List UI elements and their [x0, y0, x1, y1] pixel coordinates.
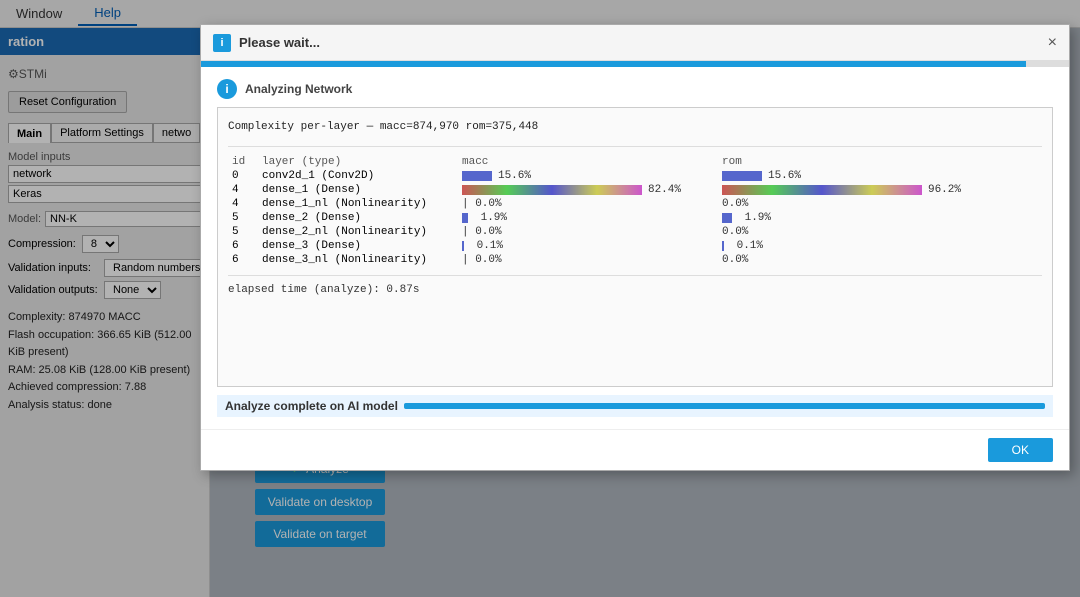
cell-layer-name: dense_2 (Dense) — [258, 211, 458, 225]
table-row: 6dense_3_nl (Nonlinearity)| 0.0%0.0% — [228, 253, 1042, 267]
cell-layer-name: dense_1 (Dense) — [258, 183, 458, 197]
col-id: id — [228, 155, 258, 169]
cell-rom: 0.1% — [718, 239, 1042, 253]
table-row: 5dense_2 (Dense)1.9%1.9% — [228, 211, 1042, 225]
complete-label: Analyze complete on AI model — [225, 399, 398, 413]
cell-id: 0 — [228, 169, 258, 183]
cell-macc: | 0.0% — [458, 197, 718, 211]
cell-macc: 0.1% — [458, 239, 718, 253]
ok-button[interactable]: OK — [988, 438, 1053, 462]
modal-app-icon: i — [213, 34, 231, 52]
result-table: id layer (type) macc rom 0conv2d_1 (Conv… — [228, 155, 1042, 267]
cell-macc: 82.4% — [458, 183, 718, 197]
cell-id: 5 — [228, 211, 258, 225]
complete-bar — [404, 403, 1045, 409]
modal-close-button[interactable]: × — [1048, 34, 1057, 52]
modal-dialog: i Please wait... × i Analyzing Network C… — [200, 24, 1070, 471]
cell-layer-name: dense_1_nl (Nonlinearity) — [258, 197, 458, 211]
cell-rom: 96.2% — [718, 183, 1042, 197]
cell-rom: 15.6% — [718, 169, 1042, 183]
info-icon: i — [217, 79, 237, 99]
cell-rom: 0.0% — [718, 197, 1042, 211]
table-row: 6dense_3 (Dense)0.1%0.1% — [228, 239, 1042, 253]
cell-macc: | 0.0% — [458, 253, 718, 267]
cell-rom: 1.9% — [718, 211, 1042, 225]
cell-macc: 1.9% — [458, 211, 718, 225]
col-layer: layer (type) — [258, 155, 458, 169]
cell-macc: | 0.0% — [458, 225, 718, 239]
col-rom: rom — [718, 155, 1042, 169]
cell-layer-name: conv2d_1 (Conv2D) — [258, 169, 458, 183]
analyzing-label: Analyzing Network — [245, 82, 352, 96]
cell-id: 4 — [228, 183, 258, 197]
complexity-line: Complexity per-layer — macc=874,970 rom=… — [228, 118, 1042, 138]
col-macc: macc — [458, 155, 718, 169]
modal-titlebar: i Please wait... × — [201, 25, 1069, 61]
table-row: 5dense_2_nl (Nonlinearity)| 0.0%0.0% — [228, 225, 1042, 239]
modal-footer: OK — [201, 429, 1069, 470]
cell-layer-name: dense_3 (Dense) — [258, 239, 458, 253]
cell-layer-name: dense_3_nl (Nonlinearity) — [258, 253, 458, 267]
cell-rom: 0.0% — [718, 253, 1042, 267]
table-row: 4dense_1 (Dense)82.4%96.2% — [228, 183, 1042, 197]
elapsed-line: elapsed time (analyze): 0.87s — [228, 284, 1042, 296]
cell-layer-name: dense_2_nl (Nonlinearity) — [258, 225, 458, 239]
cell-id: 6 — [228, 253, 258, 267]
modal-title-text: Please wait... — [239, 35, 320, 50]
modal-body: i Analyzing Network Complexity per-layer… — [201, 67, 1069, 429]
cell-id: 6 — [228, 239, 258, 253]
table-row: 0conv2d_1 (Conv2D)15.6%15.6% — [228, 169, 1042, 183]
result-area: Complexity per-layer — macc=874,970 rom=… — [217, 107, 1053, 387]
modal-title-left: i Please wait... — [213, 34, 320, 52]
complete-line: Analyze complete on AI model — [217, 395, 1053, 417]
cell-id: 5 — [228, 225, 258, 239]
table-row: 4dense_1_nl (Nonlinearity)| 0.0%0.0% — [228, 197, 1042, 211]
cell-macc: 15.6% — [458, 169, 718, 183]
cell-rom: 0.0% — [718, 225, 1042, 239]
cell-id: 4 — [228, 197, 258, 211]
